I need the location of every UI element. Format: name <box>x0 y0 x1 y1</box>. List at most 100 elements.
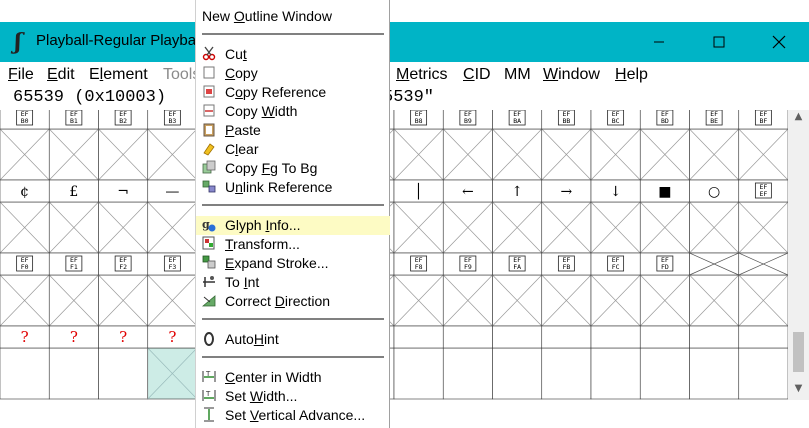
glyph-cell[interactable] <box>0 347 50 400</box>
set-vertical-advance-icon <box>204 407 214 422</box>
glyph-label: ¢ <box>20 184 29 200</box>
menu-item-copy-reference[interactable]: Copy Reference <box>196 83 390 102</box>
glyph-label-cell[interactable] <box>639 325 690 349</box>
menu-item-center-in-width[interactable]: T Center in Width <box>196 368 390 387</box>
close-button[interactable] <box>749 22 809 62</box>
correct-direction-icon <box>202 295 216 307</box>
menu-item-unlink-reference[interactable]: Unlink Reference <box>196 178 390 197</box>
minimize-button[interactable] <box>629 22 689 62</box>
missing-glyph-code: FB <box>562 263 570 271</box>
glyph-cell[interactable] <box>98 347 149 400</box>
menu-item-expand-stroke[interactable]: Expand Stroke... <box>196 254 390 273</box>
menu-item-copy[interactable]: Copy <box>196 64 390 83</box>
copy-icon <box>203 66 215 79</box>
missing-glyph-code: BF <box>759 117 767 125</box>
glyph-cell[interactable] <box>492 347 543 400</box>
menu-mm[interactable]: MM <box>504 66 531 84</box>
window-title: Playball-Regular Playba <box>36 32 197 49</box>
glyph-cell[interactable] <box>590 347 641 400</box>
menu-item-label: Glyph Info... <box>225 217 301 233</box>
glyph-label-cell[interactable] <box>442 325 493 349</box>
missing-glyph-code: BA <box>513 117 521 125</box>
menu-item-cut[interactable]: Cut <box>196 45 390 64</box>
missing-glyph-code: F2 <box>119 263 127 271</box>
menu-help[interactable]: Help <box>615 66 648 84</box>
menu-item-set-width[interactable]: T Set Width... <box>196 387 390 406</box>
glyph-cell[interactable] <box>689 347 740 400</box>
menu-separator <box>202 356 384 358</box>
menu-item-label: Paste <box>225 122 261 138</box>
missing-glyph-code: B3 <box>168 117 176 125</box>
maximize-icon <box>713 36 725 48</box>
menu-metrics[interactable]: Metrics <box>396 66 448 84</box>
glyph-label-cell[interactable] <box>492 325 543 349</box>
glyph-label-cell[interactable] <box>738 325 788 349</box>
copy-width-icon <box>203 104 215 117</box>
scroll-thumb[interactable] <box>793 332 804 372</box>
menu-item-label: Clear <box>225 141 259 157</box>
glyph-cell[interactable] <box>639 347 690 400</box>
glyph-cell[interactable] <box>738 347 788 400</box>
menu-item-paste[interactable]: Paste <box>196 121 390 140</box>
glyph-label-cell[interactable] <box>393 325 444 349</box>
glyph-cell[interactable] <box>393 347 444 400</box>
glyph-label: ¬ <box>117 184 129 200</box>
missing-glyph-code: B9 <box>464 117 472 125</box>
menu-item-label: Transform... <box>225 236 300 252</box>
glyph-label-cell[interactable] <box>689 325 740 349</box>
menu-item-label: Expand Stroke... <box>225 255 329 271</box>
glyph-cell[interactable] <box>48 347 99 400</box>
glyph-grid-canvas[interactable]: EFB0EFB1EFB2EFB3EFB8EFB9EFBAEFBBEFBCEFBD… <box>0 110 788 400</box>
paste-icon <box>203 123 215 137</box>
menu-item-clear[interactable]: Clear <box>196 140 390 159</box>
missing-glyph-code: B2 <box>119 117 127 125</box>
glyph-cell[interactable] <box>442 347 493 400</box>
menu-item-correct-direction[interactable]: Correct Direction <box>196 292 390 311</box>
menu-item-copy-width[interactable]: Copy Width <box>196 102 390 121</box>
scroll-down-icon[interactable]: ▼ <box>792 384 805 394</box>
title-bar[interactable]: ʃ Playball-Regular Playba <box>0 22 809 62</box>
menu-item-label: New Outline Window <box>202 8 332 24</box>
menu-item-to-int[interactable]: To Int <box>196 273 390 292</box>
glyph-info-bar: 65539 (0x10003) 5539" <box>0 88 809 110</box>
glyph-label: → <box>561 184 573 200</box>
menu-item-new-outline-window[interactable]: New Outline Window <box>196 7 390 26</box>
glyph-label-cell[interactable] <box>590 325 641 349</box>
svg-text:T: T <box>205 390 211 398</box>
menu-item-copy-fg-to-bg[interactable]: Copy Fg To Bg <box>196 159 390 178</box>
glyph-grid[interactable]: EF B0 EF B1 EF B2 EF B3 EF B8 EF B9 EF BA EF BB EF BC EF BD… <box>0 110 788 400</box>
maximize-button[interactable] <box>689 22 749 62</box>
menu-file[interactable]: File <box>8 66 34 84</box>
glyph-label: ? <box>21 328 29 346</box>
menu-item-set-vertical-advance[interactable]: Set Vertical Advance... <box>196 406 390 425</box>
missing-glyph-code: F9 <box>464 263 472 271</box>
glyph-label: ? <box>119 328 127 346</box>
menu-element[interactable]: Element <box>89 66 148 84</box>
vertical-scrollbar[interactable]: ▲ ▼ <box>788 110 809 400</box>
menu-item-glyph-info[interactable]: g Glyph Info... <box>196 216 390 235</box>
font-view-window: ʃ Playball-Regular Playba File Edit Elem… <box>0 0 809 401</box>
menu-separator <box>202 33 384 35</box>
scroll-up-icon[interactable]: ▲ <box>792 112 805 122</box>
menu-item-autohint[interactable]: AutoHint <box>196 330 390 349</box>
missing-glyph-code: BD <box>661 117 669 125</box>
menu-cid[interactable]: CID <box>463 66 491 84</box>
menu-item-label: Copy <box>225 65 258 81</box>
clear-icon <box>203 143 215 156</box>
autohint-icon <box>204 332 214 346</box>
menu-item-label: To Int <box>225 274 260 290</box>
menu-item-label: Copy Fg To Bg <box>225 160 318 176</box>
glyph-cell[interactable] <box>541 347 592 400</box>
unlink-reference-icon <box>202 180 216 193</box>
missing-glyph-code: BC <box>612 117 620 125</box>
menu-edit[interactable]: Edit <box>47 66 75 84</box>
glyph-name-readout: 5539" <box>383 88 435 107</box>
glyph-label-cell[interactable] <box>541 325 592 349</box>
expand-stroke-icon <box>202 255 216 269</box>
set-width-icon: T <box>202 390 216 401</box>
menu-item-label: Correct Direction <box>225 293 331 309</box>
menu-item-transform[interactable]: Transform... <box>196 235 390 254</box>
menu-window[interactable]: Window <box>543 66 600 84</box>
missing-glyph-code: B8 <box>415 117 423 125</box>
glyph-label: ↓ <box>610 184 622 200</box>
